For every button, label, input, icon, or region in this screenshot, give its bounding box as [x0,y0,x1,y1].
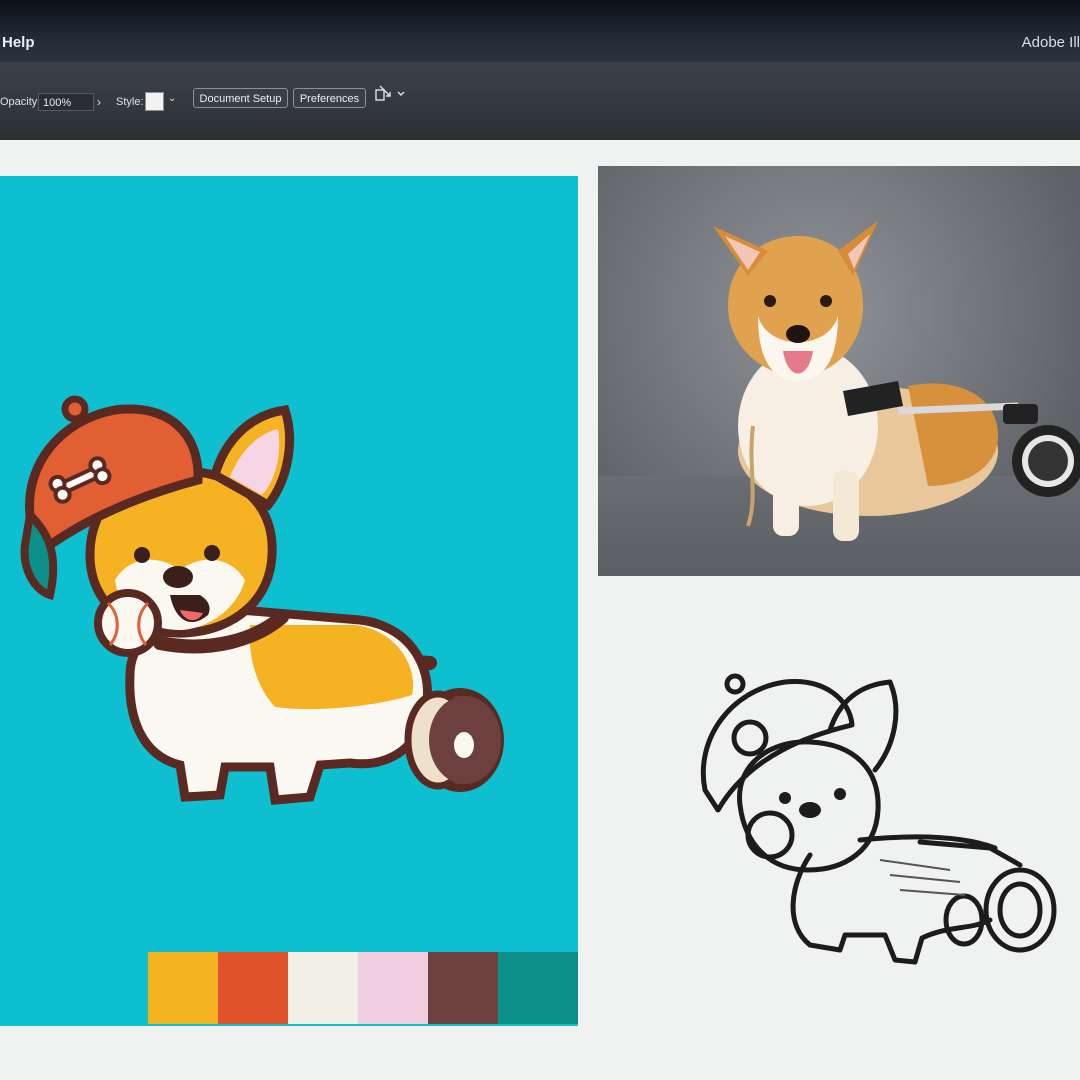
opacity-arrow-icon[interactable]: › [97,95,101,109]
color-palette [148,952,578,1024]
app-title: Adobe Ill [1021,34,1080,51]
opacity-input[interactable]: 100% [38,93,94,111]
palette-swatch[interactable] [428,952,498,1024]
reference-photo[interactable] [598,166,1080,576]
opacity-label: Opacity: [0,96,41,108]
preferences-button[interactable]: Preferences [293,88,366,108]
arrange-icon[interactable] [374,84,408,106]
palette-swatch[interactable] [498,952,578,1024]
document-setup-button[interactable]: Document Setup [193,88,288,108]
style-swatch[interactable] [145,92,164,111]
photo-corgi [713,221,1080,541]
wheel-icon [404,688,504,792]
control-toolbar: Opacity: 100% › Style: ⌄ Document Setup … [0,62,1080,140]
palette-swatch[interactable] [218,952,288,1024]
style-label: Style: [116,96,144,108]
palette-swatch[interactable] [148,952,218,1024]
corgi-illustration [20,395,504,805]
menu-help[interactable]: Help [2,34,35,51]
palette-swatch[interactable] [288,952,358,1024]
pencil-sketch [700,673,1057,965]
chevron-down-icon[interactable]: ⌄ [168,93,176,104]
baseball-icon [94,589,162,657]
menu-bar: Help Adobe Ill [0,0,1080,62]
palette-swatch[interactable] [358,952,428,1024]
